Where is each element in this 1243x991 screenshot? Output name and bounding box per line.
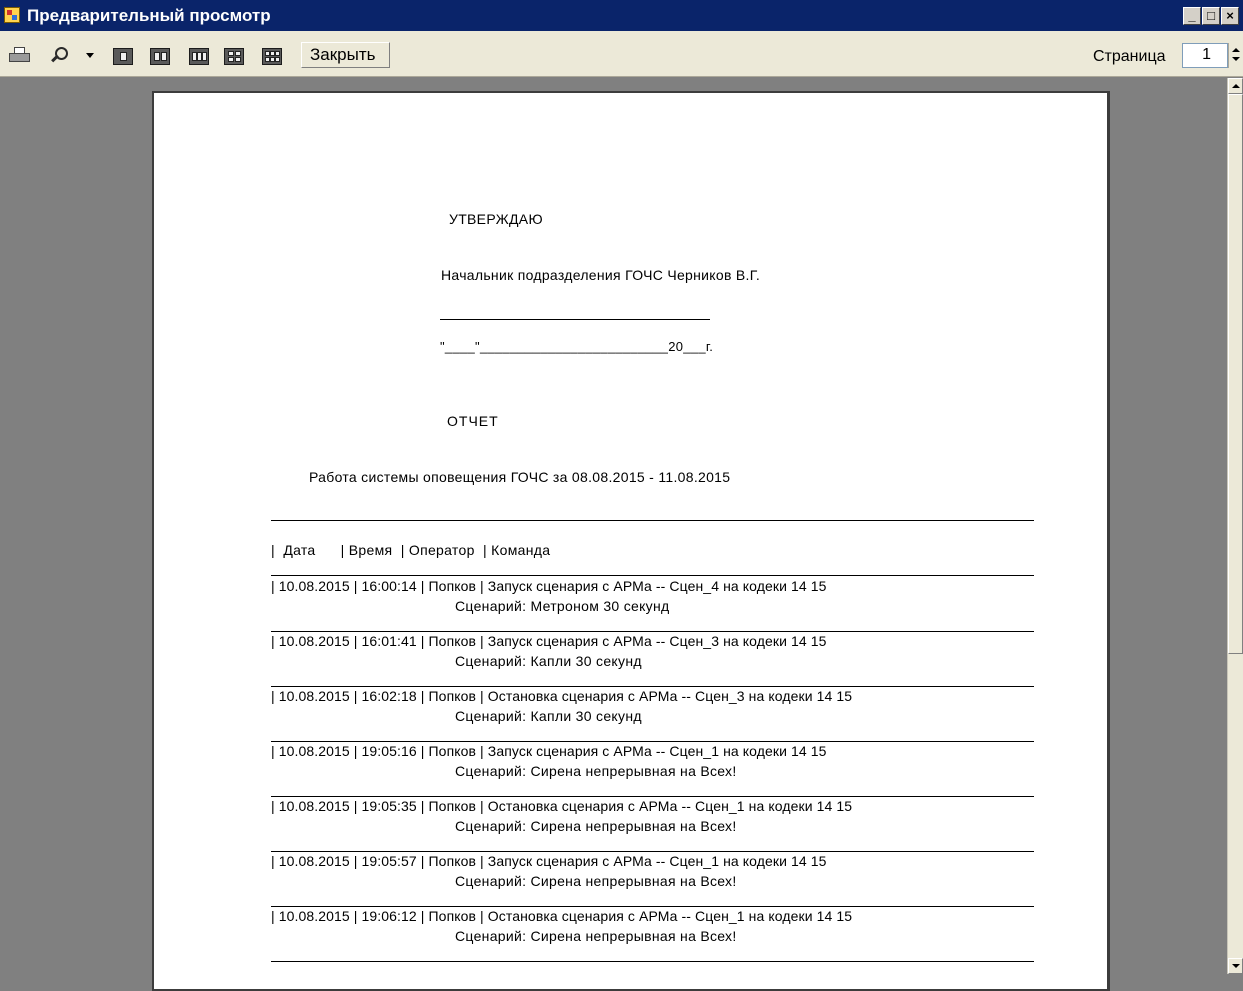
row-rule — [271, 741, 1034, 742]
table-row: | 10.08.2015 | 16:00:14 | Попков | Запус… — [271, 578, 827, 594]
date-line: "____"_________________________20___г. — [440, 339, 714, 354]
table-header: | Дата | Время | Оператор | Команда — [271, 542, 551, 558]
toolbar: Закрыть Страница 1 — [0, 31, 1243, 77]
dropdown-arrow-icon[interactable] — [86, 53, 94, 58]
table-row: | 10.08.2015 | 19:05:57 | Попков | Запус… — [271, 853, 827, 869]
row-rule — [271, 686, 1034, 687]
minimize-button[interactable]: _ — [1183, 7, 1201, 25]
table-row: | 10.08.2015 | 19:05:16 | Попков | Запус… — [271, 743, 827, 759]
six-pages-icon[interactable] — [262, 48, 282, 65]
window-title: Предварительный просмотр — [27, 6, 271, 25]
maximize-button[interactable]: □ — [1202, 7, 1220, 25]
table-row-detail: Сценарий: Сирена непрерывная на Всех! — [455, 928, 737, 944]
table-header-rule — [271, 575, 1034, 576]
table-row: | 10.08.2015 | 19:05:35 | Попков | Остан… — [271, 798, 853, 814]
scroll-up-button[interactable] — [1228, 78, 1243, 94]
page-label: Страница — [1093, 48, 1166, 65]
spin-up-icon[interactable] — [1232, 48, 1240, 52]
signature-line — [440, 319, 710, 320]
table-row-detail: Сценарий: Метроном 30 секунд — [455, 598, 670, 614]
vertical-scrollbar[interactable] — [1227, 78, 1243, 974]
table-row-detail: Сценарий: Капли 30 секунд — [455, 708, 642, 724]
approve-heading: УТВЕРЖДАЮ — [449, 211, 543, 227]
row-rule — [271, 961, 1034, 962]
page-spinner[interactable] — [1228, 43, 1243, 68]
row-rule — [271, 796, 1034, 797]
table-row-detail: Сценарий: Капли 30 секунд — [455, 653, 642, 669]
table-row: | 10.08.2015 | 19:06:12 | Попков | Остан… — [271, 908, 853, 924]
close-window-button[interactable]: × — [1221, 7, 1239, 25]
four-pages-icon[interactable] — [224, 48, 244, 65]
report-title: ОТЧЕТ — [447, 413, 499, 429]
app-icon — [4, 7, 20, 23]
report-subtitle: Работа системы оповещения ГОЧС за 08.08.… — [309, 469, 731, 485]
table-row-detail: Сценарий: Сирена непрерывная на Всех! — [455, 873, 737, 889]
spin-down-icon[interactable] — [1232, 57, 1240, 61]
chief-line: Начальник подразделения ГОЧС Черников В.… — [441, 267, 761, 283]
one-page-icon[interactable] — [113, 48, 133, 65]
table-row-detail: Сценарий: Сирена непрерывная на Всех! — [455, 818, 737, 834]
row-rule — [271, 851, 1034, 852]
title-bar: Предварительный просмотр _ □ × — [0, 0, 1243, 31]
table-row: | 10.08.2015 | 16:02:18 | Попков | Остан… — [271, 688, 853, 704]
three-pages-icon[interactable] — [189, 48, 209, 65]
row-rule — [271, 906, 1034, 907]
row-rule — [271, 631, 1034, 632]
two-pages-icon[interactable] — [150, 48, 170, 65]
table-row-detail: Сценарий: Сирена непрерывная на Всех! — [455, 763, 737, 779]
scrollbar-thumb[interactable] — [1228, 94, 1243, 654]
printer-icon[interactable] — [9, 47, 31, 65]
page-number-input[interactable]: 1 — [1182, 43, 1228, 68]
preview-page: УТВЕРЖДАЮ Начальник подразделения ГОЧС Ч… — [152, 91, 1110, 991]
table-top-rule — [271, 520, 1034, 521]
table-row: | 10.08.2015 | 16:01:41 | Попков | Запус… — [271, 633, 827, 649]
zoom-icon[interactable] — [49, 47, 71, 65]
scroll-down-button[interactable] — [1228, 958, 1243, 974]
close-button[interactable]: Закрыть — [301, 42, 390, 68]
